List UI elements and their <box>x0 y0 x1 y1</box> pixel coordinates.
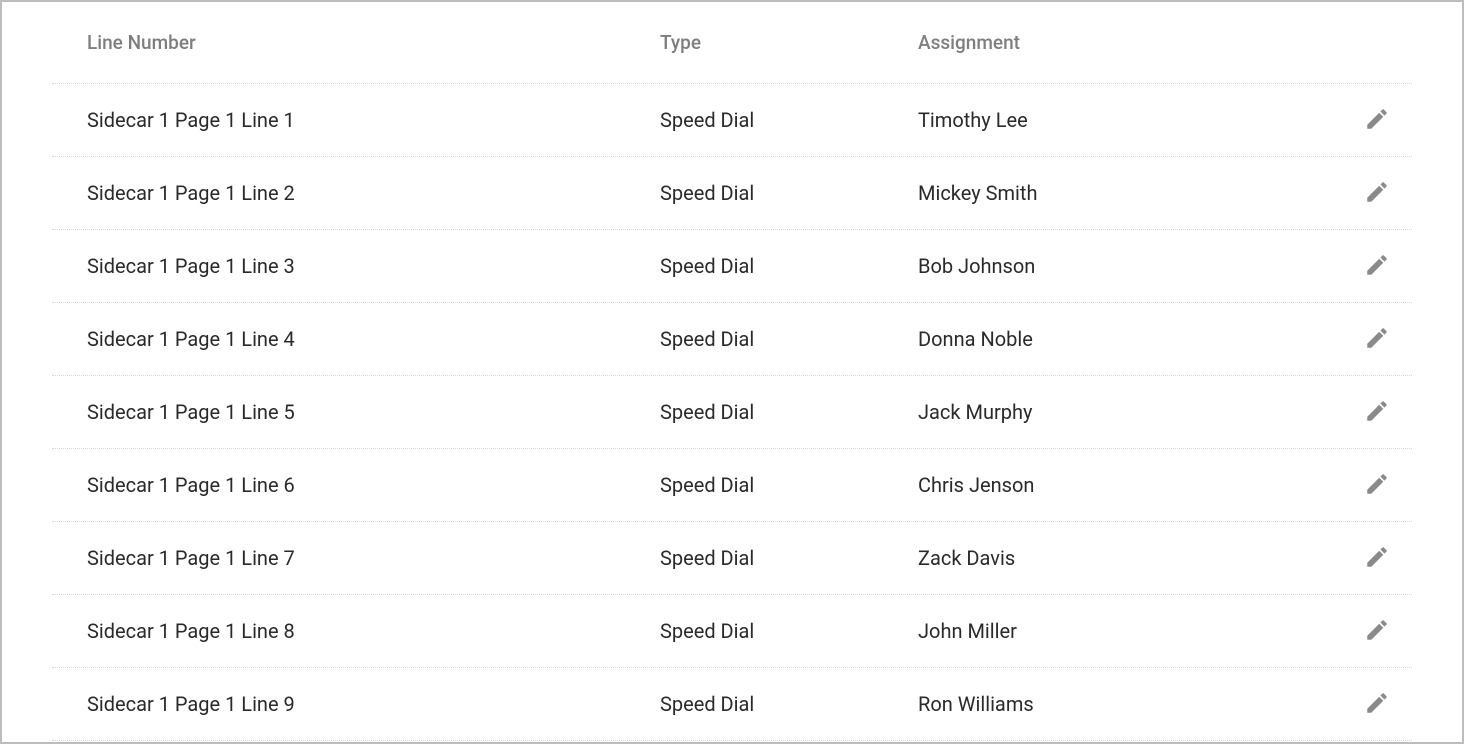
table-row: Sidecar 1 Page 1 Line 9Speed DialRon Wil… <box>52 668 1412 741</box>
pencil-icon <box>1364 398 1390 427</box>
cell-type: Speed Dial <box>625 692 883 716</box>
column-header-assignment: Assignment <box>883 31 1342 54</box>
edit-button[interactable] <box>1359 248 1395 284</box>
cell-action <box>1342 467 1412 503</box>
edit-button[interactable] <box>1359 321 1395 357</box>
pencil-icon <box>1364 179 1390 208</box>
cell-assignment: Timothy Lee <box>883 108 1342 132</box>
cell-assignment: Mickey Smith <box>883 181 1342 205</box>
cell-action <box>1342 540 1412 576</box>
cell-line-number: Sidecar 1 Page 1 Line 3 <box>52 254 625 278</box>
edit-button[interactable] <box>1359 613 1395 649</box>
cell-type: Speed Dial <box>625 546 883 570</box>
cell-action <box>1342 394 1412 430</box>
cell-line-number: Sidecar 1 Page 1 Line 9 <box>52 692 625 716</box>
table-row: Sidecar 1 Page 1 Line 6Speed DialChris J… <box>52 449 1412 522</box>
pencil-icon <box>1364 690 1390 719</box>
table-row: Sidecar 1 Page 1 Line 4Speed DialDonna N… <box>52 303 1412 376</box>
cell-line-number: Sidecar 1 Page 1 Line 1 <box>52 108 625 132</box>
edit-button[interactable] <box>1359 467 1395 503</box>
pencil-icon <box>1364 106 1390 135</box>
cell-type: Speed Dial <box>625 108 883 132</box>
cell-type: Speed Dial <box>625 400 883 424</box>
cell-type: Speed Dial <box>625 181 883 205</box>
pencil-icon <box>1364 252 1390 281</box>
cell-line-number: Sidecar 1 Page 1 Line 4 <box>52 327 625 351</box>
pencil-icon <box>1364 471 1390 500</box>
cell-line-number: Sidecar 1 Page 1 Line 2 <box>52 181 625 205</box>
cell-assignment: Donna Noble <box>883 327 1342 351</box>
cell-assignment: Jack Murphy <box>883 400 1342 424</box>
cell-line-number: Sidecar 1 Page 1 Line 5 <box>52 400 625 424</box>
table-row: Sidecar 1 Page 1 Line 8Speed DialJohn Mi… <box>52 595 1412 668</box>
edit-button[interactable] <box>1359 394 1395 430</box>
column-header-line-number: Line Number <box>52 31 625 54</box>
cell-line-number: Sidecar 1 Page 1 Line 8 <box>52 619 625 643</box>
table-body: Sidecar 1 Page 1 Line 1Speed DialTimothy… <box>52 84 1412 741</box>
cell-assignment: Bob Johnson <box>883 254 1342 278</box>
edit-button[interactable] <box>1359 102 1395 138</box>
edit-button[interactable] <box>1359 175 1395 211</box>
cell-type: Speed Dial <box>625 327 883 351</box>
cell-assignment: Ron Williams <box>883 692 1342 716</box>
cell-action <box>1342 248 1412 284</box>
table-row: Sidecar 1 Page 1 Line 3Speed DialBob Joh… <box>52 230 1412 303</box>
cell-assignment: John Miller <box>883 619 1342 643</box>
cell-action <box>1342 321 1412 357</box>
edit-button[interactable] <box>1359 540 1395 576</box>
cell-assignment: Zack Davis <box>883 546 1342 570</box>
lines-table: Line Number Type Assignment Sidecar 1 Pa… <box>2 2 1462 741</box>
cell-action <box>1342 102 1412 138</box>
cell-action <box>1342 175 1412 211</box>
table-row: Sidecar 1 Page 1 Line 1Speed DialTimothy… <box>52 84 1412 157</box>
column-header-type: Type <box>625 31 883 54</box>
cell-line-number: Sidecar 1 Page 1 Line 7 <box>52 546 625 570</box>
table-header: Line Number Type Assignment <box>52 2 1412 84</box>
table-row: Sidecar 1 Page 1 Line 2Speed DialMickey … <box>52 157 1412 230</box>
edit-button[interactable] <box>1359 686 1395 722</box>
pencil-icon <box>1364 544 1390 573</box>
pencil-icon <box>1364 325 1390 354</box>
cell-action <box>1342 686 1412 722</box>
cell-type: Speed Dial <box>625 254 883 278</box>
cell-assignment: Chris Jenson <box>883 473 1342 497</box>
cell-action <box>1342 613 1412 649</box>
cell-line-number: Sidecar 1 Page 1 Line 6 <box>52 473 625 497</box>
pencil-icon <box>1364 617 1390 646</box>
cell-type: Speed Dial <box>625 619 883 643</box>
table-row: Sidecar 1 Page 1 Line 5Speed DialJack Mu… <box>52 376 1412 449</box>
table-row: Sidecar 1 Page 1 Line 7Speed DialZack Da… <box>52 522 1412 595</box>
cell-type: Speed Dial <box>625 473 883 497</box>
